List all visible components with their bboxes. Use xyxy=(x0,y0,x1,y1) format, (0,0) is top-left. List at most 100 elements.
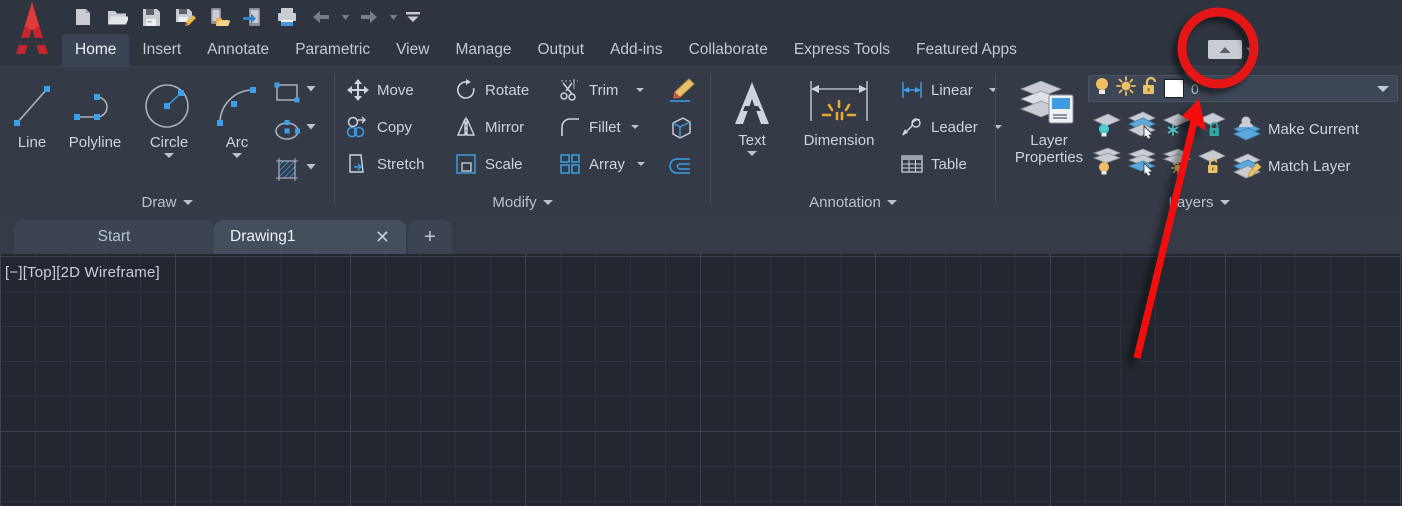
panel-title-draw[interactable]: Draw xyxy=(0,194,334,211)
ribbon-tab-express-tools[interactable]: Express Tools xyxy=(781,34,903,66)
ribbon-tab-add-ins[interactable]: Add-ins xyxy=(597,34,676,66)
customize-qat-caret-icon[interactable] xyxy=(400,3,426,31)
new-document-icon[interactable] xyxy=(66,3,100,31)
layers-tool-turn-all-layers-on[interactable] xyxy=(1092,148,1122,176)
modify-tool-array[interactable]: Array xyxy=(557,151,645,177)
undo-dropdown-caret-icon[interactable] xyxy=(338,3,352,31)
ribbon-tab-output[interactable]: Output xyxy=(524,34,597,66)
annotation-tool-linear[interactable]: Linear xyxy=(899,77,997,103)
printer-icon[interactable] xyxy=(270,3,304,31)
new-document-tab-button[interactable]: + xyxy=(408,220,452,254)
draw-tool-circle[interactable]: Circle xyxy=(136,79,202,158)
panel-expand-caret-icon[interactable] xyxy=(542,200,553,205)
autocad-a-logo[interactable] xyxy=(8,0,56,60)
annotation-tool-table[interactable]: Table xyxy=(899,151,967,177)
modify-tool-rotate[interactable]: Rotate xyxy=(453,77,529,103)
modify-tool-trim[interactable]: Trim xyxy=(557,77,645,103)
annotation-tool-dimension[interactable]: Dimension xyxy=(785,77,893,149)
save-floppy-icon[interactable] xyxy=(134,3,168,31)
layer-combo-dropdown-caret-icon[interactable] xyxy=(1377,85,1389,92)
ribbon-tab-view[interactable]: View xyxy=(383,34,442,66)
ribbon-tab-manage[interactable]: Manage xyxy=(442,34,524,66)
modify-tool-stretch[interactable]: Stretch xyxy=(345,151,425,177)
ribbon-panel-draw: Line Polyline Circle Arc Draw xyxy=(0,67,334,217)
modify-tool-explode[interactable] xyxy=(668,115,694,141)
layers-tool-unlock[interactable] xyxy=(1197,148,1227,176)
circle-dropdown-caret-icon[interactable] xyxy=(164,153,174,158)
ellipse-dropdown-caret-icon[interactable] xyxy=(306,123,316,130)
layers-tool-thaw-all-layers[interactable] xyxy=(1162,148,1192,176)
panel-expand-caret-icon[interactable] xyxy=(1219,200,1230,205)
lightbulb-on-icon[interactable] xyxy=(1093,76,1111,101)
ribbon-panel-annotation: Text Dimension Linear Leader Table Annot… xyxy=(711,67,1002,217)
modify-tool-erase[interactable] xyxy=(668,77,696,103)
layers-tool-isolate[interactable] xyxy=(1127,111,1157,139)
layer-combo-box[interactable]: 0 xyxy=(1088,75,1398,102)
array-icon xyxy=(557,151,583,177)
ribbon-tab-insert[interactable]: Insert xyxy=(129,34,194,66)
redo-arrow-icon[interactable] xyxy=(352,3,386,31)
polyline-icon xyxy=(67,79,123,131)
document-tab-drawing1[interactable]: Drawing1 ✕ xyxy=(214,220,406,254)
layers-tool-match-layer[interactable]: Match Layer xyxy=(1232,152,1351,180)
modify-tool-fillet[interactable]: Fillet xyxy=(557,114,639,140)
ribbon-tab-annotate[interactable]: Annotate xyxy=(194,34,282,66)
unlocked-padlock-icon[interactable] xyxy=(1141,76,1159,101)
layers-tool-make-current[interactable]: Make Current xyxy=(1232,115,1359,143)
redo-dropdown-caret-icon[interactable] xyxy=(386,3,400,31)
close-x-icon[interactable]: ✕ xyxy=(375,228,390,246)
layer-color-swatch[interactable] xyxy=(1164,79,1184,98)
array-dropdown-caret-icon[interactable] xyxy=(636,162,645,166)
draw-tool-ellipse[interactable] xyxy=(272,117,302,145)
draw-tool-polyline[interactable]: Polyline xyxy=(58,79,132,151)
fillet-dropdown-caret-icon[interactable] xyxy=(630,125,639,129)
annotation-tool-leader[interactable]: Leader xyxy=(899,114,1002,140)
arc-dropdown-caret-icon[interactable] xyxy=(232,153,242,158)
trim-dropdown-caret-icon[interactable] xyxy=(636,88,645,92)
viewport-config-label[interactable]: [−][Top][2D Wireframe] xyxy=(5,264,160,281)
ribbon-tab-collaborate[interactable]: Collaborate xyxy=(676,34,781,66)
panel-title-annotation[interactable]: Annotation xyxy=(711,194,995,211)
panel-expand-caret-icon[interactable] xyxy=(182,200,193,205)
panel-title-label: Draw xyxy=(141,194,177,211)
modify-tool-move[interactable]: Move xyxy=(345,77,414,103)
draw-tool-arc[interactable]: Arc xyxy=(206,79,268,158)
ribbon-tab-home[interactable]: Home xyxy=(62,34,130,66)
qat-icon-group xyxy=(66,3,426,31)
panel-title-layers[interactable]: Layers xyxy=(996,194,1402,211)
undo-arrow-icon[interactable] xyxy=(304,3,338,31)
document-tab-label: Drawing1 xyxy=(230,228,296,245)
save-as-floppy-pencil-icon[interactable] xyxy=(168,3,202,31)
rectangle-dropdown-caret-icon[interactable] xyxy=(306,85,316,92)
panel-title-modify[interactable]: Modify xyxy=(335,194,710,211)
layers-tool-unisolate[interactable] xyxy=(1127,148,1157,176)
modify-tool-copy[interactable]: Copy xyxy=(345,114,412,140)
document-tab-start[interactable]: Start xyxy=(14,220,214,254)
document-tab-label: Start xyxy=(97,228,131,245)
layers-tool-lock[interactable] xyxy=(1197,111,1227,139)
draw-tool-hatch[interactable] xyxy=(272,155,302,185)
modify-tool-mirror[interactable]: Mirror xyxy=(453,114,524,140)
ribbon-tab-parametric[interactable]: Parametric xyxy=(282,34,383,66)
ribbon-tab-featured-apps[interactable]: Featured Apps xyxy=(903,34,1030,66)
ribbon-tab-label: Express Tools xyxy=(793,41,891,58)
text-dropdown-caret-icon[interactable] xyxy=(747,151,757,156)
tool-label-line1: Layer xyxy=(1030,132,1068,149)
annotation-tool-text[interactable]: Text xyxy=(721,77,783,156)
layers-tool-freeze[interactable] xyxy=(1162,111,1192,139)
draw-tool-line[interactable]: Line xyxy=(6,79,58,151)
modify-tool-scale[interactable]: Scale xyxy=(453,151,523,177)
ribbon-minimize-caret-icon[interactable] xyxy=(1245,41,1256,59)
modify-tool-offset[interactable] xyxy=(668,153,696,179)
panel-expand-caret-icon[interactable] xyxy=(886,200,897,205)
drawing-viewport[interactable]: [−][Top][2D Wireframe] xyxy=(0,254,1402,506)
ribbon-minimize-up-arrow-icon[interactable] xyxy=(1208,40,1242,59)
hatch-dropdown-caret-icon[interactable] xyxy=(306,163,316,170)
open-folder-icon[interactable] xyxy=(100,3,134,31)
save-to-web-icon[interactable] xyxy=(236,3,270,31)
draw-tool-rectangle[interactable] xyxy=(272,79,302,107)
open-from-web-icon[interactable] xyxy=(202,3,236,31)
layers-tool-layer-off[interactable] xyxy=(1092,111,1122,139)
layers-tool-layer-properties[interactable]: Layer Properties xyxy=(1002,77,1096,166)
sun-thaw-icon[interactable] xyxy=(1116,76,1136,101)
